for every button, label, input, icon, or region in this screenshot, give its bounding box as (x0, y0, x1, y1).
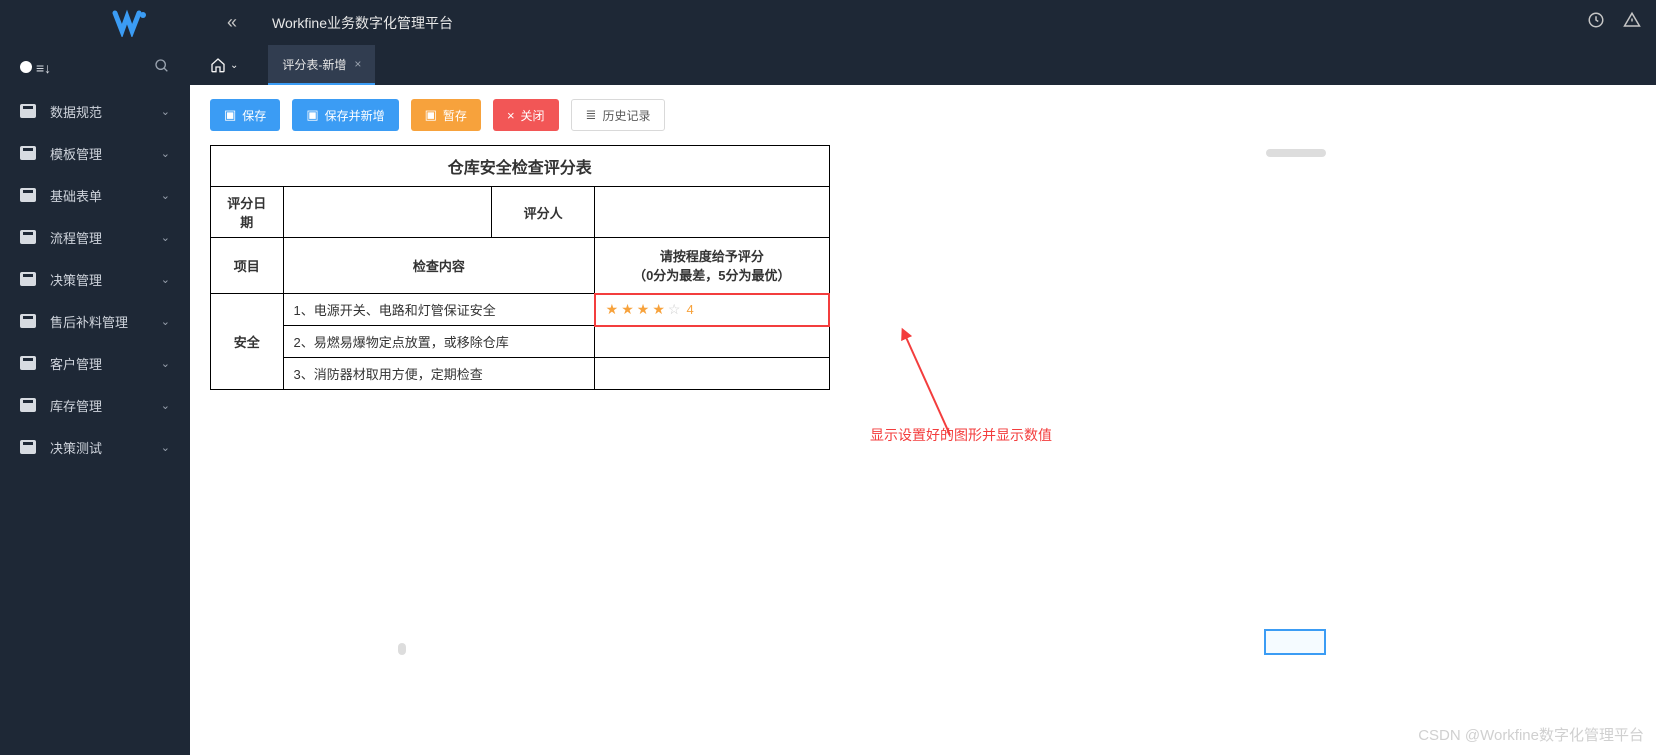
star-empty-icon: ☆ (668, 301, 681, 318)
doc-icon (20, 104, 36, 118)
toolbar: ▣ 保存 ▣ 保存并新增 ▣ 暂存 × 关闭 ≣ 历史记录 (190, 85, 1656, 145)
chevron-down-icon: ⌄ (161, 357, 170, 370)
history-icon: ≣ (586, 107, 597, 123)
clock-icon[interactable] (1587, 11, 1605, 34)
sidebar-search-row: ≡↓ (0, 45, 190, 90)
doc-icon (20, 314, 36, 328)
history-button[interactable]: ≣ 历史记录 (571, 99, 666, 131)
sidebar-item-5[interactable]: 售后补料管理 ⌄ (0, 300, 190, 342)
sidebar-item-label: 决策测试 (50, 438, 102, 457)
rating-sheet[interactable]: 仓库安全检查评分表 评分日期 评分人 项目 检查内容 请按程度给予评分 （0分为… (210, 145, 830, 390)
sidebar-item-3[interactable]: 流程管理 ⌄ (0, 216, 190, 258)
button-label: 保存并新增 (325, 107, 385, 124)
draft-icon: ▣ (425, 107, 437, 123)
doc-icon (20, 272, 36, 286)
tabs-row: ⌄ 评分表-新增 × (190, 45, 1656, 85)
scrollbar-vertical[interactable] (398, 643, 406, 655)
header-bar: « Workfine业务数字化管理平台 (0, 0, 1656, 45)
scrollbar-horizontal[interactable] (1266, 149, 1326, 157)
date-cell[interactable] (283, 187, 492, 238)
cell-cursor[interactable] (1264, 629, 1326, 655)
star-icon: ★ (606, 301, 619, 318)
chevron-down-icon: ⌄ (161, 399, 170, 412)
save-icon: ▣ (224, 107, 236, 123)
app-title: Workfine业务数字化管理平台 (272, 13, 453, 33)
tab-active[interactable]: 评分表-新增 × (268, 45, 375, 85)
sidebar-item-7[interactable]: 库存管理 ⌄ (0, 384, 190, 426)
table-row: 安全 1、电源开关、电路和灯管保证安全 ★ ★ ★ ★ ☆ 4 (211, 294, 830, 326)
button-label: 历史记录 (602, 107, 650, 124)
watermark: CSDN @Workfine数字化管理平台 (1418, 724, 1644, 745)
sheet-title: 仓库安全检查评分表 (211, 146, 830, 187)
rating-cell[interactable]: ★ ★ ★ ★ ☆ 4 (595, 294, 829, 326)
star-icon: ★ (652, 301, 665, 318)
button-label: 暂存 (443, 107, 467, 124)
doc-icon (20, 146, 36, 160)
rating-cell[interactable] (595, 358, 829, 390)
check-item: 2、易燃易爆物定点放置，或移除仓库 (283, 326, 595, 358)
button-label: 保存 (242, 107, 266, 124)
doc-icon (20, 188, 36, 202)
chevron-down-icon: ⌄ (161, 189, 170, 202)
draft-button[interactable]: ▣ 暂存 (411, 99, 481, 131)
sidebar-item-label: 售后补料管理 (50, 312, 128, 331)
sidebar-item-0[interactable]: 数据规范 ⌄ (0, 90, 190, 132)
home-tab[interactable]: ⌄ (210, 57, 238, 73)
button-label: 关闭 (521, 107, 545, 124)
chevron-down-icon: ⌄ (161, 147, 170, 160)
sidebar-item-label: 模板管理 (50, 144, 102, 163)
tab-close-icon[interactable]: × (354, 57, 361, 71)
star-icon: ★ (621, 301, 634, 318)
check-item: 3、消防器材取用方便，定期检查 (283, 358, 595, 390)
sidebar: ≡↓ 数据规范 ⌄ 模板管理 ⌄ 基础表单 ⌄ 流程管理 ⌄ (0, 45, 190, 755)
save-icon: ▣ (306, 107, 318, 123)
sidebar-indicator: ≡↓ (20, 60, 51, 76)
sidebar-item-label: 库存管理 (50, 396, 102, 415)
warning-icon[interactable] (1623, 11, 1641, 34)
sidebar-item-1[interactable]: 模板管理 ⌄ (0, 132, 190, 174)
rating-cell[interactable] (595, 326, 829, 358)
person-label: 评分人 (492, 187, 595, 238)
doc-icon (20, 398, 36, 412)
chevron-down-icon: ⌄ (161, 105, 170, 118)
star-icon: ★ (637, 301, 650, 318)
chevron-down-icon: ⌄ (161, 231, 170, 244)
check-item: 1、电源开关、电路和灯管保证安全 (283, 294, 595, 326)
sidebar-item-label: 决策管理 (50, 270, 102, 289)
col-content: 检查内容 (283, 238, 595, 294)
doc-icon (20, 230, 36, 244)
annotation-text: 显示设置好的图形并显示数值 (870, 425, 1052, 445)
chevron-down-icon: ⌄ (161, 273, 170, 286)
col-project: 项目 (211, 238, 284, 294)
save-new-button[interactable]: ▣ 保存并新增 (292, 99, 398, 131)
table-row: 3、消防器材取用方便，定期检查 (211, 358, 830, 390)
sidebar-item-6[interactable]: 客户管理 ⌄ (0, 342, 190, 384)
close-button[interactable]: × 关闭 (493, 99, 559, 131)
date-label: 评分日期 (211, 187, 284, 238)
close-icon: × (507, 108, 515, 123)
rating-value: 4 (686, 302, 693, 317)
main-area: ⌄ 评分表-新增 × ▣ 保存 ▣ 保存并新增 ▣ 暂存 × 关闭 (190, 45, 1656, 755)
sidebar-item-label: 流程管理 (50, 228, 102, 247)
chevron-down-icon: ⌄ (161, 315, 170, 328)
search-icon[interactable] (154, 58, 170, 78)
table-row: 2、易燃易爆物定点放置，或移除仓库 (211, 326, 830, 358)
tab-label: 评分表-新增 (282, 56, 346, 73)
group-label: 安全 (211, 294, 284, 390)
col-rating: 请按程度给予评分 （0分为最差，5分为最优） (595, 238, 829, 294)
doc-icon (20, 440, 36, 454)
app-logo (110, 2, 152, 44)
save-button[interactable]: ▣ 保存 (210, 99, 280, 131)
person-cell[interactable] (595, 187, 829, 238)
sidebar-item-label: 基础表单 (50, 186, 102, 205)
collapse-icon[interactable]: « (227, 12, 237, 33)
sidebar-item-8[interactable]: 决策测试 ⌄ (0, 426, 190, 468)
chevron-down-icon: ⌄ (230, 60, 238, 71)
doc-icon (20, 356, 36, 370)
sidebar-item-label: 数据规范 (50, 102, 102, 121)
chevron-down-icon: ⌄ (161, 441, 170, 454)
sidebar-item-label: 客户管理 (50, 354, 102, 373)
sidebar-item-4[interactable]: 决策管理 ⌄ (0, 258, 190, 300)
sidebar-item-2[interactable]: 基础表单 ⌄ (0, 174, 190, 216)
